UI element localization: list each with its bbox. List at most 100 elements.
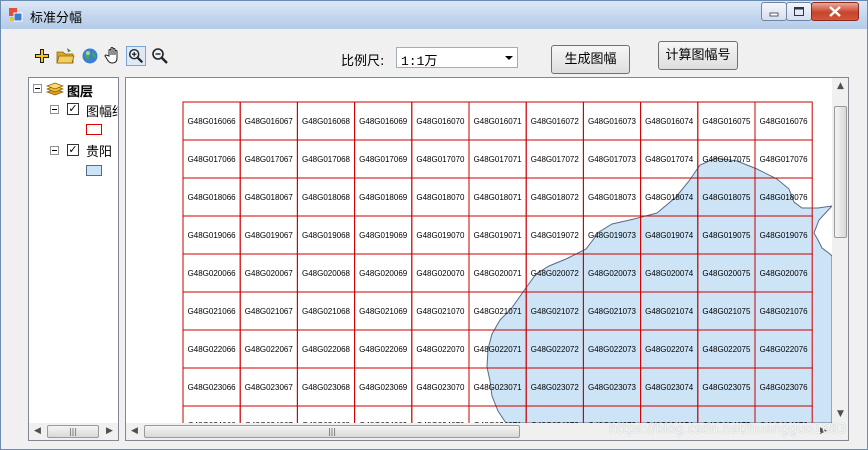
map-sheet-label: G48G016074	[645, 117, 694, 126]
scroll-left-icon[interactable]: ◀	[29, 423, 46, 440]
map-sheet-label: G48G023075	[702, 383, 751, 392]
map-control[interactable]: G48G016066 G48G016067 G48G016068 G48G016069…	[125, 77, 849, 441]
watermark-text: https://blog.csdn.net/huangguo1683	[609, 422, 847, 437]
map-sheet-label: G48G016066	[188, 117, 237, 126]
map-sheet-label: G48G019076	[760, 231, 809, 240]
map-sheet-label: G48G018074	[645, 193, 694, 202]
scroll-thumb[interactable]: |||	[144, 425, 520, 438]
map-sheet-label: G48G022074	[645, 345, 694, 354]
map-sheet-label: G48G017069	[359, 155, 408, 164]
map-sheet-label: G48G016070	[416, 117, 465, 126]
map-sheet-label: G48G019071	[474, 231, 523, 240]
map-sheet-label: G48G023070	[416, 383, 465, 392]
zoom-in-icon[interactable]	[126, 46, 146, 66]
map-sheet-label: G48G019069	[359, 231, 408, 240]
map-sheet-label: G48G022073	[588, 345, 637, 354]
scroll-right-icon[interactable]: ▶	[101, 423, 118, 440]
map-sheet-label: G48G023071	[474, 383, 523, 392]
map-sheet-label: G48G017067	[245, 155, 294, 164]
map-sheet-label: G48G023073	[588, 383, 637, 392]
tree-collapse-layer[interactable]	[50, 146, 59, 155]
tree-collapse-layer[interactable]	[50, 105, 59, 114]
map-sheet-label: G48G021072	[531, 307, 580, 316]
maximize-icon	[794, 7, 804, 16]
map-sheet-label: G48G021070	[416, 307, 465, 316]
map-sheet-label: G48G020075	[702, 269, 751, 278]
scroll-thumb[interactable]	[834, 106, 847, 238]
map-sheet-label: G48G019070	[416, 231, 465, 240]
generate-sheets-button[interactable]: 生成图幅	[551, 45, 630, 74]
globe-icon[interactable]	[80, 46, 100, 66]
layer-label[interactable]: 图幅结	[86, 101, 118, 120]
map-vertical-scrollbar[interactable]: ▲ ▼	[832, 78, 848, 423]
map-sheet-label: G48G017071	[474, 155, 523, 164]
map-sheet-label: G48G021076	[760, 307, 809, 316]
map-sheet-label: G48G020070	[416, 269, 465, 278]
map-sheet-label: G48G017074	[645, 155, 694, 164]
map-sheet-label: G48G016076	[760, 117, 809, 126]
main-window: 标准分幅 比例尺: 1:1万 生成图幅 计算图幅号 图层 ✓ 图幅 ✓ 贵阳 ◀…	[0, 0, 868, 450]
layer-checkbox[interactable]: ✓	[67, 144, 79, 156]
add-data-icon[interactable]	[32, 46, 52, 66]
map-sheet-label: G48G018073	[588, 193, 637, 202]
maximize-button[interactable]	[786, 2, 812, 21]
map-sheet-label: G48G021067	[245, 307, 294, 316]
map-sheet-label: G48G019067	[245, 231, 294, 240]
map-canvas[interactable]: G48G016066 G48G016067 G48G016068 G48G016069…	[126, 78, 832, 423]
pan-hand-icon[interactable]	[103, 46, 123, 66]
scroll-left-icon[interactable]: ◀	[126, 423, 143, 440]
scale-select[interactable]: 1:1万	[396, 47, 518, 69]
map-sheet-label: G48G018072	[531, 193, 580, 202]
map-sheet-label: G48G023067	[245, 383, 294, 392]
scroll-up-icon[interactable]: ▲	[832, 78, 848, 95]
map-sheet-label: G48G023074	[645, 383, 694, 392]
map-sheet-label: G48G019075	[702, 231, 751, 240]
map-sheet-label: G48G023072	[531, 383, 580, 392]
map-sheet-label: G48G021066	[188, 307, 237, 316]
map-sheet-label: G48G019066	[188, 231, 237, 240]
map-sheet-label: G48G017068	[302, 155, 351, 164]
map-sheet-label: G48G022071	[474, 345, 523, 354]
scroll-thumb[interactable]: |||	[47, 425, 99, 438]
calc-sheet-number-button[interactable]: 计算图幅号	[658, 41, 738, 70]
minimize-button[interactable]	[761, 2, 787, 21]
map-sheet-label: G48G020073	[588, 269, 637, 278]
map-view[interactable]: G48G016066 G48G016067 G48G016068 G48G016069…	[126, 78, 832, 423]
tree-collapse-root[interactable]	[33, 84, 42, 93]
map-sheet-label: G48G017072	[531, 155, 580, 164]
map-sheet-label: G48G017073	[588, 155, 637, 164]
layer-checkbox[interactable]: ✓	[67, 103, 79, 115]
layers-icon	[46, 82, 64, 96]
close-button[interactable]	[811, 2, 859, 21]
window-title: 标准分幅	[30, 11, 83, 26]
chevron-down-icon[interactable]	[505, 56, 513, 60]
toolbar: 比例尺: 1:1万 生成图幅 计算图幅号	[1, 29, 867, 75]
map-sheet-label: G48G019068	[302, 231, 351, 240]
map-sheet-label: G48G022067	[245, 345, 294, 354]
scroll-down-icon[interactable]: ▼	[832, 406, 848, 423]
map-sheet-label: G48G016075	[702, 117, 751, 126]
map-sheet-label: G48G020076	[760, 269, 809, 278]
map-sheet-label: G48G023068	[302, 383, 351, 392]
map-sheet-label: G48G022075	[702, 345, 751, 354]
close-icon	[829, 6, 841, 17]
map-sheet-label: G48G020069	[359, 269, 408, 278]
map-sheet-label: G48G020066	[188, 269, 237, 278]
open-folder-icon[interactable]	[55, 46, 75, 66]
map-sheet-label: G48G022068	[302, 345, 351, 354]
scale-label: 比例尺:	[341, 54, 385, 69]
layer-label[interactable]: 贵阳	[86, 141, 112, 160]
title-bar: 标准分幅	[1, 1, 867, 29]
tree-horizontal-scrollbar[interactable]: ◀ ||| ▶	[29, 423, 118, 440]
map-sheet-label: G48G022070	[416, 345, 465, 354]
map-sheet-label: G48G020067	[245, 269, 294, 278]
map-sheet-label: G48G016071	[474, 117, 523, 126]
zoom-out-icon[interactable]	[150, 46, 170, 66]
map-sheet-label: G48G021075	[702, 307, 751, 316]
map-sheet-label: G48G022072	[531, 345, 580, 354]
map-sheet-label: G48G022066	[188, 345, 237, 354]
map-sheet-label: G48G021074	[645, 307, 694, 316]
map-sheet-label: G48G020071	[474, 269, 523, 278]
map-sheet-label: G48G021073	[588, 307, 637, 316]
map-sheet-label: G48G019072	[531, 231, 580, 240]
